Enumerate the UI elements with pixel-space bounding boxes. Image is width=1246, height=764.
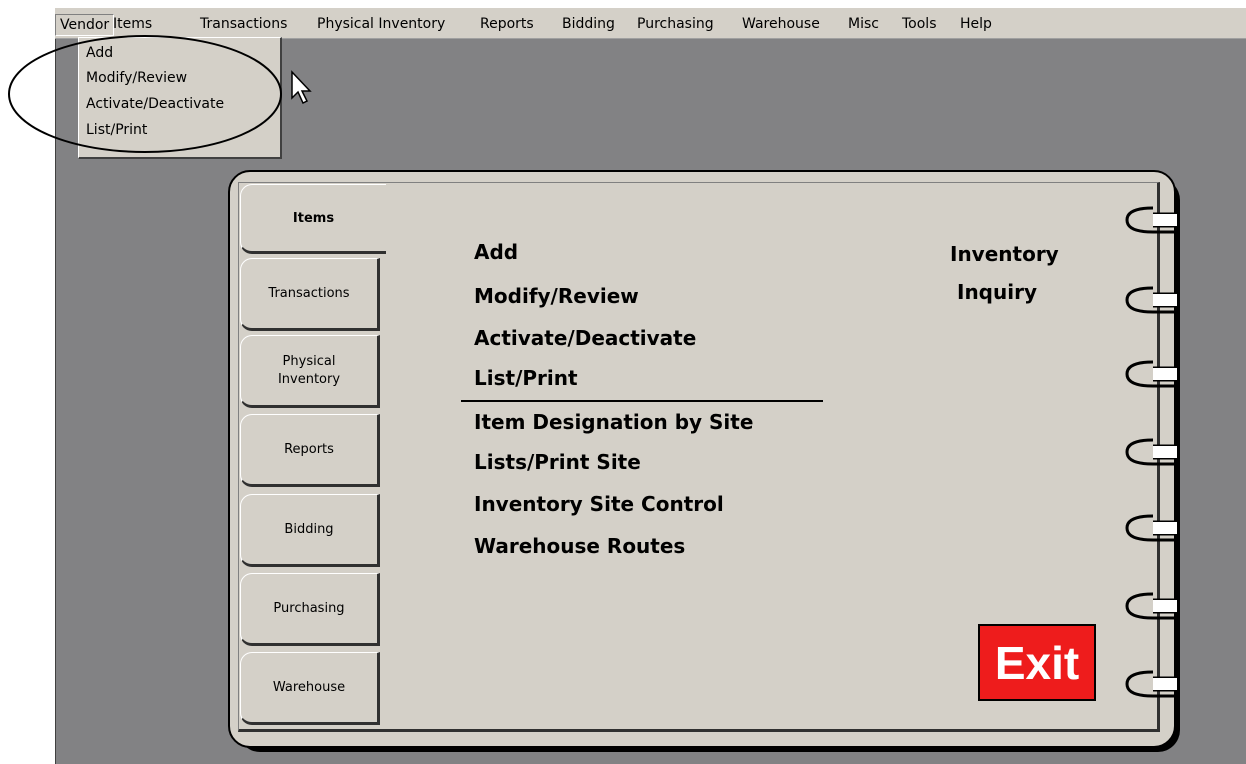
exit-button[interactable]: Exit	[978, 624, 1096, 701]
tab-purchasing[interactable]: Purchasing	[240, 573, 380, 646]
link-warehouse-routes[interactable]: Warehouse Routes	[474, 534, 685, 558]
link-item-designation-by-site[interactable]: Item Designation by Site	[474, 410, 753, 434]
menu-vendor[interactable]: Vendor	[55, 14, 115, 36]
section-divider	[461, 400, 823, 402]
menu-items[interactable]: Items	[109, 14, 156, 34]
tab-warehouse[interactable]: Warehouse	[240, 652, 380, 725]
tab-physical-inventory[interactable]: Physical Inventory	[240, 335, 380, 408]
tab-items[interactable]: Items	[240, 184, 386, 254]
binder-ring-icon	[1125, 438, 1177, 466]
binder-ring-icon	[1125, 286, 1177, 314]
menu-warehouse[interactable]: Warehouse	[738, 14, 824, 34]
dropdown-item-add[interactable]: Add	[86, 45, 113, 61]
menu-reports[interactable]: Reports	[476, 14, 538, 34]
menu-bar: Vendor Items Transactions Physical Inven…	[55, 8, 1246, 39]
menu-bidding[interactable]: Bidding	[558, 14, 619, 34]
inventory-inquiry-line2[interactable]: Inquiry	[957, 280, 1037, 304]
link-activate-deactivate[interactable]: Activate/Deactivate	[474, 326, 696, 350]
tab-bidding[interactable]: Bidding	[240, 494, 380, 567]
dropdown-item-list-print[interactable]: List/Print	[86, 122, 147, 138]
dropdown-item-activate-deactivate[interactable]: Activate/Deactivate	[86, 96, 224, 112]
link-inventory-site-control[interactable]: Inventory Site Control	[474, 492, 724, 516]
binder-ring-icon	[1125, 670, 1177, 698]
binder-ring-icon	[1125, 592, 1177, 620]
menu-misc[interactable]: Misc	[844, 14, 883, 34]
binder-ring-icon	[1125, 514, 1177, 542]
vendor-dropdown-menu: Add Modify/Review Activate/Deactivate Li…	[78, 37, 282, 159]
tab-reports[interactable]: Reports	[240, 414, 380, 487]
binder-ring-icon	[1125, 206, 1177, 234]
menu-help[interactable]: Help	[956, 14, 996, 34]
link-modify-review[interactable]: Modify/Review	[474, 284, 639, 308]
menu-tools[interactable]: Tools	[898, 14, 941, 34]
menu-purchasing[interactable]: Purchasing	[633, 14, 718, 34]
binder-ring-icon	[1125, 360, 1177, 388]
menu-transactions[interactable]: Transactions	[196, 14, 291, 34]
link-add[interactable]: Add	[474, 240, 518, 264]
link-list-print[interactable]: List/Print	[474, 366, 578, 390]
inventory-inquiry-line1[interactable]: Inventory	[950, 242, 1059, 266]
menu-physical-inventory[interactable]: Physical Inventory	[313, 14, 449, 34]
dropdown-item-modify-review[interactable]: Modify/Review	[86, 70, 187, 86]
arrow-cursor-icon	[291, 70, 312, 105]
tab-transactions[interactable]: Transactions	[240, 258, 380, 331]
link-lists-print-site[interactable]: Lists/Print Site	[474, 450, 641, 474]
